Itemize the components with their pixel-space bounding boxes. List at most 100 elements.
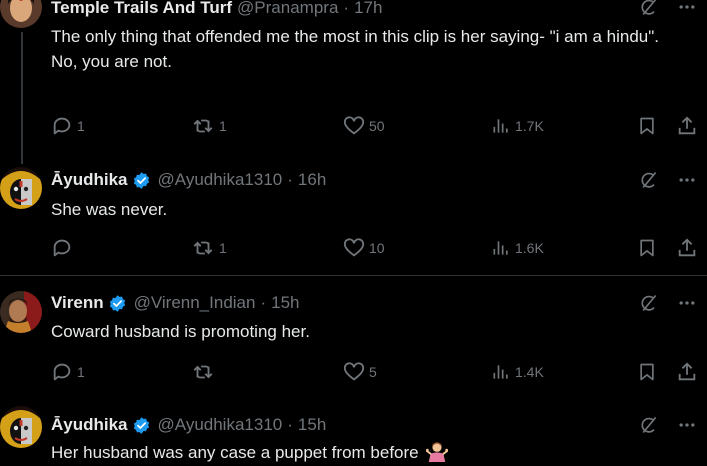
thread-line xyxy=(21,32,23,164)
display-name[interactable]: Virenn xyxy=(51,293,104,313)
action-bar: 1 10 1.6K xyxy=(51,236,701,260)
avatar[interactable] xyxy=(0,167,42,209)
views-count: 1.7K xyxy=(515,118,544,134)
views-count: 1.6K xyxy=(515,240,544,256)
action-bar: 1 1 50 1.7K xyxy=(51,114,701,138)
tweet-header: Temple Trails And Turf @Pranampra · 17h xyxy=(51,0,382,19)
views-icon xyxy=(493,365,508,379)
like-button[interactable]: 5 xyxy=(343,360,377,384)
action-bar: 1 5 1.4K xyxy=(51,360,701,384)
tweet-text: The only thing that offended me the most… xyxy=(51,24,691,74)
timestamp[interactable]: 17h xyxy=(354,0,382,18)
user-handle[interactable]: @Ayudhika1310 xyxy=(158,170,283,190)
separator-dot: · xyxy=(287,170,293,189)
share-icon xyxy=(678,362,696,381)
share-button[interactable] xyxy=(676,236,698,260)
more-icon[interactable] xyxy=(677,170,697,190)
repost-button[interactable] xyxy=(191,360,219,384)
like-button[interactable]: 50 xyxy=(343,114,385,138)
tweet-top-icons xyxy=(639,415,697,435)
tweet-text: Coward husband is promoting her. xyxy=(51,319,691,344)
tweet-top-icons xyxy=(639,0,697,17)
tweet-text-line: Coward husband is promoting her. xyxy=(51,322,310,341)
verified-badge-icon[interactable] xyxy=(132,416,151,435)
repost-icon xyxy=(193,241,213,255)
user-handle[interactable]: @Virenn_Indian xyxy=(134,293,256,313)
verified-badge-icon[interactable] xyxy=(132,171,151,190)
like-icon xyxy=(343,238,365,257)
bookmark-button[interactable] xyxy=(637,360,657,384)
tweet-text-line: No, you are not. xyxy=(51,52,172,71)
tweet-top-icons xyxy=(639,170,697,190)
user-handle[interactable]: @Ayudhika1310 xyxy=(158,415,283,435)
reply-count: 1 xyxy=(77,364,85,380)
separator-dot: · xyxy=(343,0,350,17)
more-icon[interactable] xyxy=(677,293,697,313)
repost-icon xyxy=(193,365,213,379)
bookmark-button[interactable] xyxy=(637,114,657,138)
reply-button[interactable] xyxy=(51,236,77,260)
display-name[interactable]: Āyudhika xyxy=(51,415,128,435)
bookmark-icon xyxy=(640,117,654,135)
more-icon[interactable] xyxy=(677,0,697,17)
person-shrugging-emoji xyxy=(426,442,449,462)
tweet-4[interactable]: Āyudhika @Ayudhika1310 · 15h Her husband… xyxy=(0,399,707,466)
timestamp[interactable]: 15h xyxy=(298,415,326,435)
tweet-top-icons xyxy=(639,293,697,313)
grok-icon[interactable] xyxy=(639,293,659,313)
tweet-text-line: The only thing that offended me the most… xyxy=(51,27,660,46)
avatar[interactable] xyxy=(0,406,42,448)
views-button[interactable]: 1.7K xyxy=(491,114,544,138)
share-icon xyxy=(678,116,696,135)
timestamp[interactable]: 15h xyxy=(271,293,299,313)
separator-dot: · xyxy=(260,293,267,312)
tweet-2[interactable]: Āyudhika @Ayudhika1310 · 16h She was nev… xyxy=(0,160,707,275)
views-button[interactable]: 1.6K xyxy=(491,236,544,260)
bookmark-icon xyxy=(640,363,654,381)
tweet-text: She was never. xyxy=(51,197,691,222)
tweet-3[interactable]: Virenn @Virenn_Indian · 15h Coward husba… xyxy=(0,276,707,399)
grok-icon[interactable] xyxy=(639,0,659,17)
repost-button[interactable]: 1 xyxy=(191,236,227,260)
share-button[interactable] xyxy=(676,360,698,384)
reply-icon xyxy=(53,239,71,257)
reply-icon xyxy=(53,117,71,135)
like-count: 10 xyxy=(369,240,385,256)
bookmark-button[interactable] xyxy=(637,236,657,260)
verified-badge-icon[interactable] xyxy=(108,294,127,313)
avatar[interactable] xyxy=(0,0,42,28)
more-icon[interactable] xyxy=(677,415,697,435)
tweet-text-content: Her husband was any case a puppet from b… xyxy=(51,443,419,462)
like-icon xyxy=(343,362,365,381)
grok-icon[interactable] xyxy=(639,170,659,190)
repost-button[interactable]: 1 xyxy=(191,114,227,138)
views-button[interactable]: 1.4K xyxy=(491,360,544,384)
views-icon xyxy=(493,119,508,133)
views-icon xyxy=(493,241,508,255)
tweet-1[interactable]: Temple Trails And Turf @Pranampra · 17h … xyxy=(0,0,707,164)
like-count: 5 xyxy=(369,364,377,380)
like-count: 50 xyxy=(369,118,385,134)
avatar[interactable] xyxy=(0,291,42,333)
repost-count: 1 xyxy=(219,240,227,256)
grok-icon[interactable] xyxy=(639,415,659,435)
timestamp[interactable]: 16h xyxy=(298,170,326,190)
separator-dot: · xyxy=(287,415,293,434)
share-icon xyxy=(678,238,696,257)
share-button[interactable] xyxy=(676,114,698,138)
tweet-text: Her husband was any case a puppet from b… xyxy=(51,440,691,465)
reply-count: 1 xyxy=(77,118,85,134)
bookmark-icon xyxy=(640,239,654,257)
user-handle[interactable]: @Pranampra xyxy=(237,0,338,18)
tweet-text-line: Her husband was any case a puppet from b… xyxy=(51,440,691,465)
repost-count: 1 xyxy=(219,118,227,134)
like-button[interactable]: 10 xyxy=(343,236,385,260)
like-icon xyxy=(343,116,365,135)
reply-button[interactable]: 1 xyxy=(51,360,85,384)
tweet-header: Āyudhika @Ayudhika1310 · 15h xyxy=(51,414,326,436)
display-name[interactable]: Temple Trails And Turf xyxy=(51,0,232,18)
display-name[interactable]: Āyudhika xyxy=(51,170,128,190)
tweet-header: Virenn @Virenn_Indian · 15h xyxy=(51,292,300,314)
reply-button[interactable]: 1 xyxy=(51,114,85,138)
tweet-text-line: She was never. xyxy=(51,200,168,219)
